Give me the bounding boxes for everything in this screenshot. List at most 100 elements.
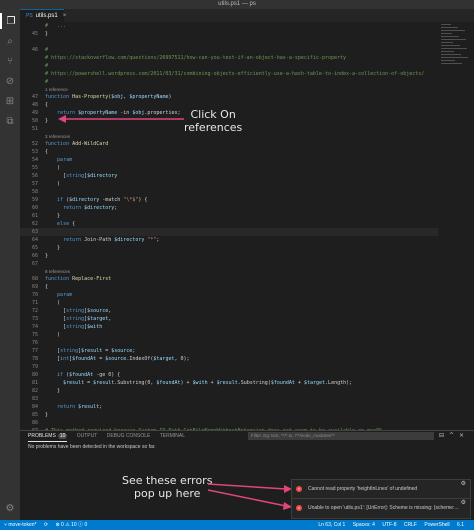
tab-utils-ps1[interactable]: PS utils.ps1 × xyxy=(20,9,67,22)
code-line: 51 xyxy=(20,125,474,133)
code-line: # https://stackoverflow.com/questions/26… xyxy=(20,54,474,62)
language-mode[interactable]: PowerShell xyxy=(424,522,449,528)
window-title: utils.ps1 — ps xyxy=(0,0,474,9)
collapse-all-icon[interactable]: ⊟ xyxy=(438,432,445,440)
line-number: 75 xyxy=(31,332,38,338)
code-text: { xyxy=(45,284,49,290)
references-codelens[interactable]: 8 references xyxy=(20,268,474,275)
line-number: 49 xyxy=(31,110,38,116)
code-text: [string]$with xyxy=(45,324,103,330)
code-line: # https://powershell.wordpress.com/2011/… xyxy=(20,70,474,78)
branch-name: move-token* xyxy=(8,522,37,528)
close-icon[interactable]: × xyxy=(63,13,67,19)
code-text: } xyxy=(45,412,49,418)
references-codelens[interactable]: 1 reference xyxy=(20,86,474,93)
minimap-line xyxy=(441,39,466,40)
arrow-icon xyxy=(58,115,184,123)
line-number: 82 xyxy=(31,388,38,394)
code-line: 85} xyxy=(20,411,474,419)
code-text: function Add-WildCard xyxy=(45,141,109,147)
code-line: 53 { xyxy=(20,148,474,156)
sync-icon[interactable]: ⟳ xyxy=(44,522,48,528)
minimap-line xyxy=(441,57,468,58)
warning-count: 10 xyxy=(71,522,77,528)
line-number: 63 xyxy=(31,229,38,235)
gear-icon[interactable]: ⚙ xyxy=(461,499,466,506)
problems-status[interactable]: ⊗ 0 ⚠ 10 ⓘ 0 xyxy=(55,522,87,528)
minimap-line xyxy=(441,30,465,31)
code-line: 66} xyxy=(20,252,474,260)
line-number: 86 xyxy=(31,420,38,426)
line-number: 59 xyxy=(31,197,38,203)
extensions-icon[interactable]: ⊞ xyxy=(0,93,20,109)
version-item[interactable]: 6.1 xyxy=(457,522,464,528)
code-text: # https://powershell.wordpress.com/2011/… xyxy=(45,71,425,77)
code-line: # xyxy=(20,62,474,70)
tab-label: PROBLEMS xyxy=(28,433,56,439)
error-notification[interactable]: × Cannot read property 'heightInLines' o… xyxy=(291,479,471,500)
powershell-icon[interactable]: ⧉ xyxy=(0,113,20,129)
code-line: 80 if ($foundAt -ge 0) { xyxy=(20,371,474,379)
code-text: } xyxy=(45,118,49,124)
encoding[interactable]: UTF-8 xyxy=(382,522,396,528)
line-number: 61 xyxy=(31,213,38,219)
code-editor[interactable]: # ... 45} 46 # # https://stackoverflow.com/q… xyxy=(20,22,474,430)
code-line: 59 if ($directory -match "\*$") { xyxy=(20,196,474,204)
references-codelens[interactable]: 3 references xyxy=(20,133,474,140)
code-line: 75 ) xyxy=(20,331,474,339)
code-text: ( xyxy=(45,300,61,306)
line-number: 68 xyxy=(31,276,38,282)
source-control-icon[interactable]: ⑂ xyxy=(0,53,20,69)
line-number: 56 xyxy=(31,173,38,179)
code-line: 83 xyxy=(20,395,474,403)
problems-filter-input[interactable]: Filter. Eg: text, **/*.ts, !**/node_modu… xyxy=(248,432,434,440)
line-number: 74 xyxy=(31,324,38,330)
tab-label: utils.ps1 xyxy=(35,13,58,19)
code-line: 73 [string]$target, xyxy=(20,315,474,323)
line-number: 54 xyxy=(31,157,38,163)
code-text: return $directory; xyxy=(63,205,118,211)
error-notification[interactable]: × Unable to open 'utils.ps1': [UriError]… xyxy=(291,498,471,519)
minimap-line xyxy=(441,48,467,49)
maximize-panel-icon[interactable]: ^ xyxy=(448,432,455,440)
code-text: function Has-Property($obj, $propertyNam… xyxy=(45,94,172,100)
line-number: 47 xyxy=(31,94,38,100)
code-line: 61 } xyxy=(20,212,474,220)
tab-output[interactable]: OUTPUT xyxy=(77,431,98,441)
minimap-line xyxy=(441,33,452,34)
annotation-click-references: Click On references xyxy=(184,108,242,134)
code-line: 57 ) xyxy=(20,180,474,188)
explorer-icon[interactable]: ❐ xyxy=(0,13,20,29)
line-number: 84 xyxy=(31,404,38,410)
status-bar: ⑂ move-token* ⟳ ⊗ 0 ⚠ 10 ⓘ 0 Ln 63, Col … xyxy=(0,520,474,530)
minimap[interactable] xyxy=(438,22,474,430)
code-line: 63 xyxy=(20,228,474,236)
close-panel-icon[interactable]: × xyxy=(458,432,465,440)
gear-icon[interactable]: ⚙ xyxy=(461,480,466,487)
line-ending[interactable]: CRLF xyxy=(404,522,417,528)
line-number: 83 xyxy=(31,396,38,402)
branch-item[interactable]: ⑂ move-token* xyxy=(4,522,36,528)
arrow-icon xyxy=(207,483,292,510)
tab-debug-console[interactable]: DEBUG CONSOLE xyxy=(107,431,151,441)
tab-terminal[interactable]: TERMINAL xyxy=(160,431,185,441)
line-number: 73 xyxy=(31,316,38,322)
line-number: 48 xyxy=(31,102,38,108)
code-text: } xyxy=(45,388,61,394)
tab-problems[interactable]: PROBLEMS 10 xyxy=(28,431,68,442)
code-line: 78 [int]$foundAt = $source.IndexOf($targ… xyxy=(20,355,474,363)
code-text: { xyxy=(45,102,49,108)
minimap-line xyxy=(441,36,459,37)
code-line: 64 return Join-Path $directory "*"; xyxy=(20,236,474,244)
line-number: 85 xyxy=(31,412,38,418)
code-lines: # ... 45} 46 # # https://stackoverflow.com/q… xyxy=(20,22,474,430)
code-text: # ... xyxy=(45,23,67,29)
code-line: 82 } xyxy=(20,387,474,395)
debug-icon[interactable]: ⊘ xyxy=(0,73,20,89)
search-icon[interactable]: ⌕ xyxy=(0,33,20,49)
code-text: ( xyxy=(45,165,61,171)
indentation[interactable]: Spaces: 4 xyxy=(353,522,375,528)
error-count: 0 xyxy=(61,522,64,528)
cursor-position[interactable]: Ln 63, Col 1 xyxy=(318,522,345,528)
gear-icon[interactable]: ⚙ xyxy=(0,503,20,514)
